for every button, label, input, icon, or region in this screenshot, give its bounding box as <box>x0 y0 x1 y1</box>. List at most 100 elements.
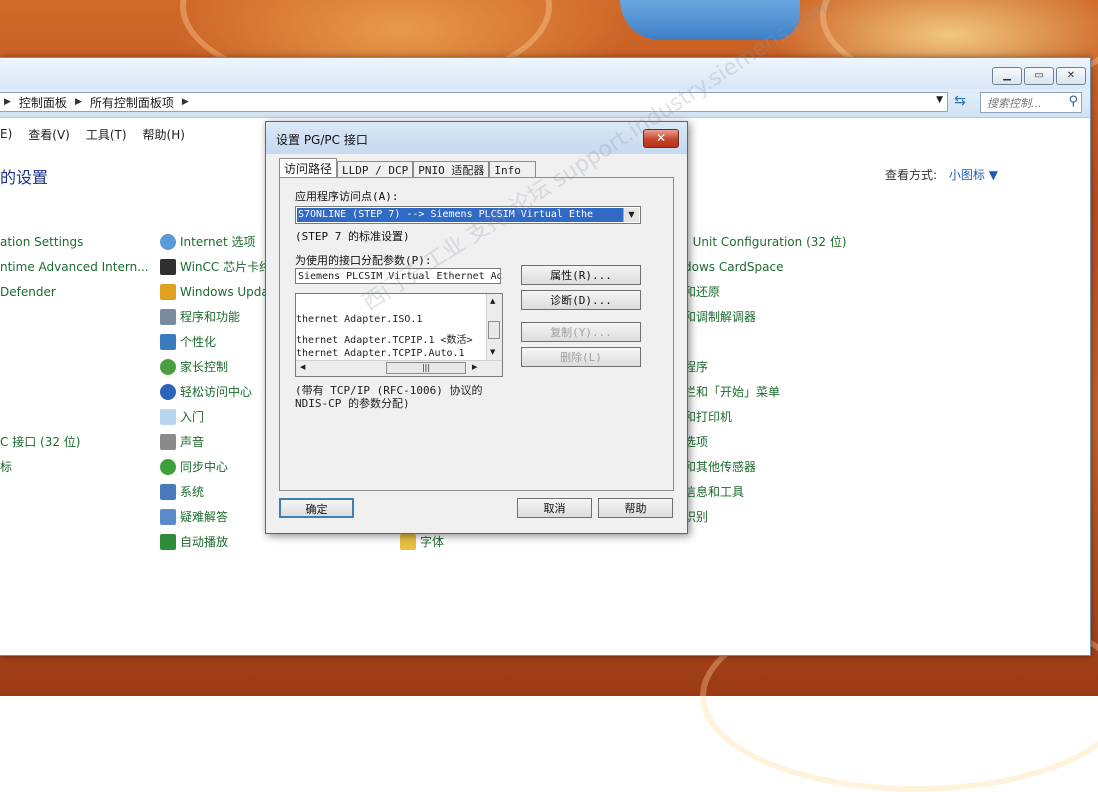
access-point-value: S7ONLINE (STEP 7) --> Siemens PLCSIM Vir… <box>297 208 623 222</box>
search-icon[interactable]: ⚲ <box>1068 94 1078 109</box>
fonts-icon <box>400 533 416 550</box>
list-item[interactable]: Windows Upda <box>160 279 271 304</box>
list-item[interactable]: 声音 <box>160 429 271 454</box>
chip-card-icon <box>160 258 176 275</box>
menu-bar: E) 查看(V) 工具(T) 帮助(H) <box>0 124 193 144</box>
globe-icon <box>160 233 176 250</box>
close-window-button[interactable]: ✕ <box>1056 67 1086 85</box>
properties-button[interactable]: 属性(R)... <box>521 265 641 285</box>
list-item[interactable]: ation Settings <box>0 229 149 254</box>
close-icon[interactable]: ✕ <box>643 129 679 148</box>
breadcrumb-item[interactable]: 所有控制面板项 <box>90 94 174 111</box>
troubleshoot-icon <box>160 508 176 525</box>
ok-button[interactable]: 确定 <box>279 498 354 518</box>
list-item[interactable]: 选项 <box>684 429 847 454</box>
menu-item-view[interactable]: 查看(V) <box>20 126 78 143</box>
list-item[interactable]: 和其他传感器 <box>684 454 847 479</box>
chevron-down-icon[interactable]: ▼ <box>936 95 943 105</box>
breadcrumb-item[interactable]: 控制面板 <box>19 94 67 111</box>
address-bar: ▶ 控制面板 ▶ 所有控制面板项 ▶ ▼ ⇆ ⚲ <box>0 89 1090 118</box>
wallpaper-sky <box>620 0 800 40</box>
view-by: 查看方式: 小图标 ▼ <box>885 166 998 183</box>
list-item[interactable]: 自动播放 <box>160 529 271 554</box>
refresh-icon[interactable]: ⇆ <box>950 93 970 113</box>
search-box[interactable]: ⚲ <box>980 92 1082 113</box>
list-item[interactable]: 和打印机 <box>684 404 847 429</box>
ease-of-access-icon <box>160 383 176 400</box>
chevron-right-icon: ▶ <box>181 97 189 107</box>
scroll-right-icon[interactable]: ▶ <box>472 363 477 371</box>
search-input[interactable] <box>981 93 1067 113</box>
system-icon <box>160 483 176 500</box>
interface-list[interactable]: thernet Adapter.ISO.1 thernet Adapter.TC… <box>295 293 503 377</box>
horizontal-scrollbar[interactable]: ◀ ||| ▶ <box>296 360 502 376</box>
dialog-titlebar[interactable]: 设置 PG/PC 接口 ✕ <box>266 122 687 154</box>
list-item[interactable]: 标 <box>0 454 149 479</box>
list-item[interactable]: dows CardSpace <box>684 254 847 279</box>
sync-icon <box>160 458 176 475</box>
window-titlebar: ▁ ▭ ✕ <box>0 58 1090 89</box>
list-item[interactable]: 信息和工具 <box>684 479 847 504</box>
list-item[interactable]: 系统 <box>160 479 271 504</box>
view-by-label: 查看方式: <box>885 168 938 182</box>
breadcrumb[interactable]: ▶ 控制面板 ▶ 所有控制面板项 ▶ ▼ <box>0 92 948 112</box>
autoplay-icon <box>160 533 176 550</box>
param-field[interactable]: Siemens PLCSIM Virtual Ethernet Ad <box>295 268 501 284</box>
chevron-down-icon[interactable]: ▼ <box>623 208 639 222</box>
list-item[interactable]: 识别 <box>684 504 847 529</box>
list-item[interactable]: 程序和功能 <box>160 304 271 329</box>
scroll-left-icon[interactable]: ◀ <box>300 363 305 371</box>
parental-control-icon <box>160 358 176 375</box>
scroll-thumb[interactable]: ||| <box>386 362 466 374</box>
list-item[interactable]: 和还原 <box>684 279 847 304</box>
list-item[interactable]: 疑难解答 <box>160 504 271 529</box>
items-column-1: ation Settings ntime Advanced Intern... … <box>0 229 149 479</box>
getting-started-icon <box>160 408 176 425</box>
list-item[interactable]: 家长控制 <box>160 354 271 379</box>
scroll-thumb[interactable] <box>488 321 500 339</box>
maximize-button[interactable]: ▭ <box>1024 67 1054 85</box>
list-item[interactable]: 和调制解调器 <box>684 304 847 329</box>
dialog-tabs: 访问路径 LLDP / DCP PNIO 适配器 Info <box>279 158 536 179</box>
param-note: (带有 TCP/IP (RFC-1006) 协议的 NDIS-CP 的参数分配) <box>295 384 483 410</box>
list-item[interactable]: 程序 <box>684 354 847 379</box>
list-item[interactable]: 轻松访问中心 <box>160 379 271 404</box>
items-column-4: ! Unit Configuration (32 位) dows CardSpa… <box>684 229 847 529</box>
list-item[interactable]: ntime Advanced Intern... <box>0 254 149 279</box>
list-item[interactable]: Internet 选项 <box>160 229 271 254</box>
list-item[interactable]: 栏和「开始」菜单 <box>684 379 847 404</box>
diagnostics-button[interactable]: 诊断(D)... <box>521 290 641 310</box>
view-by-dropdown[interactable]: 小图标 ▼ <box>949 168 998 182</box>
menu-item-tools[interactable]: 工具(T) <box>78 126 135 143</box>
list-item[interactable]: ! Unit Configuration (32 位) <box>684 229 847 254</box>
scroll-down-icon[interactable]: ▼ <box>490 348 495 356</box>
delete-button[interactable]: 删除(L) <box>521 347 641 367</box>
scroll-up-icon[interactable]: ▲ <box>490 297 495 305</box>
menu-item-help[interactable]: 帮助(H) <box>135 126 193 143</box>
tab-access-path[interactable]: 访问路径 <box>279 158 338 179</box>
personalize-icon <box>160 333 176 350</box>
access-point-label: 应用程序访问点(A): <box>295 190 399 203</box>
copy-button[interactable]: 复制(Y)... <box>521 322 641 342</box>
minimize-button[interactable]: ▁ <box>992 67 1022 85</box>
menu-item-edit[interactable]: E) <box>0 127 20 141</box>
list-item[interactable]: 同步中心 <box>160 454 271 479</box>
list-item[interactable]: 个性化 <box>160 329 271 354</box>
programs-icon <box>160 308 176 325</box>
pgpc-dialog: 设置 PG/PC 接口 ✕ 访问路径 LLDP / DCP PNIO 适配器 I… <box>265 121 688 534</box>
list-item[interactable]: thernet Adapter.ISO.1 <box>296 314 484 325</box>
cancel-button[interactable]: 取消 <box>517 498 592 518</box>
help-button[interactable]: 帮助 <box>598 498 673 518</box>
list-item[interactable]: WinCC 芯片卡终 <box>160 254 271 279</box>
dialog-title: 设置 PG/PC 接口 <box>276 133 368 147</box>
list-item[interactable]: Defender <box>0 279 149 304</box>
vertical-scrollbar[interactable]: ▲ ▼ <box>486 294 502 360</box>
access-point-select[interactable]: S7ONLINE (STEP 7) --> Siemens PLCSIM Vir… <box>295 206 641 224</box>
windows-update-icon <box>160 283 176 300</box>
list-item[interactable]: C 接口 (32 位) <box>0 429 149 454</box>
param-label: 为使用的接口分配参数(P): <box>295 254 432 267</box>
list-item[interactable]: thernet Adapter.TCPIP.1 <数活> <box>296 331 484 346</box>
page-title: 的设置 <box>0 168 49 187</box>
list-item[interactable]: 入门 <box>160 404 271 429</box>
list-item[interactable]: thernet Adapter.TCPIP.Auto.1 <box>296 348 484 359</box>
